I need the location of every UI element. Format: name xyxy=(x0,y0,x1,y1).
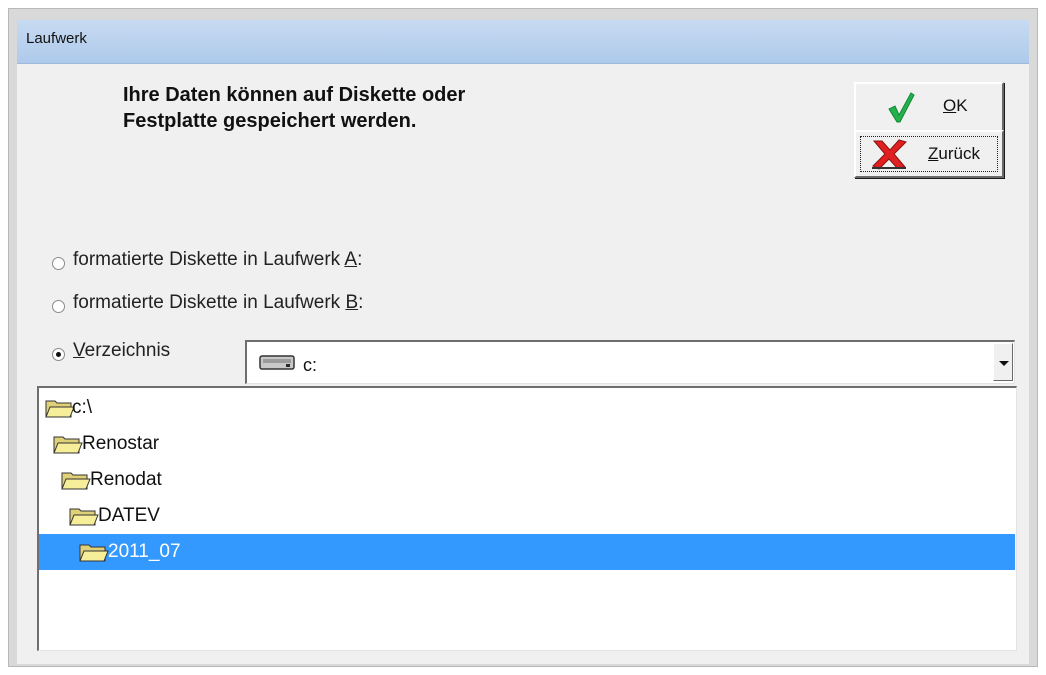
radio-drive-b[interactable] xyxy=(52,300,65,313)
tree-item-label: Renostar xyxy=(82,433,160,454)
radio-directory-label[interactable]: Verzeichnis xyxy=(73,340,170,362)
tree-item-selected[interactable]: 2011_07 xyxy=(39,534,1015,570)
hard-drive-icon xyxy=(259,354,297,377)
title-bar[interactable]: Laufwerk xyxy=(17,20,1029,64)
tree-item[interactable]: c:\ xyxy=(39,390,1015,426)
drive-dialog: Laufwerk Ihre Daten können auf Diskette … xyxy=(17,20,1029,664)
open-folder-icon xyxy=(45,397,75,424)
radio-drive-a[interactable] xyxy=(52,257,65,270)
open-folder-icon xyxy=(53,433,83,460)
tree-item-label: Renodat xyxy=(90,469,162,490)
open-folder-icon xyxy=(69,505,99,532)
back-button[interactable]: Zurück xyxy=(854,130,1004,178)
checkmark-icon xyxy=(886,90,916,129)
tree-item-label: DATEV xyxy=(98,505,160,526)
open-folder-icon xyxy=(61,469,91,496)
radio-directory[interactable] xyxy=(52,348,65,361)
tree-item-label: 2011_07 xyxy=(108,541,181,562)
window-title: Laufwerk xyxy=(26,30,87,47)
tree-item[interactable]: Renostar xyxy=(39,426,1015,462)
folder-tree[interactable]: c:\ Renostar Renodat DATEV 2011_07 xyxy=(37,386,1017,651)
ok-button-label: OK xyxy=(943,96,968,115)
drive-select-value: c: xyxy=(303,355,318,375)
radio-drive-a-label[interactable]: formatierte Diskette in Laufwerk A: xyxy=(73,249,362,271)
tree-item[interactable]: DATEV xyxy=(39,498,1015,534)
drive-select[interactable]: c: xyxy=(245,340,1015,384)
tree-item[interactable]: Renodat xyxy=(39,462,1015,498)
chevron-down-icon xyxy=(999,361,1009,366)
radio-drive-b-label[interactable]: formatierte Diskette in Laufwerk B: xyxy=(73,292,363,314)
ok-button[interactable]: OK xyxy=(854,82,1004,132)
tree-item-label: c:\ xyxy=(72,397,93,418)
back-button-label: Zurück xyxy=(928,144,980,163)
open-folder-icon xyxy=(79,541,109,568)
dropdown-button[interactable] xyxy=(993,343,1013,381)
info-message: Ihre Daten können auf Diskette oder Fest… xyxy=(123,84,466,132)
red-x-icon xyxy=(870,138,910,175)
radio-selected-dot xyxy=(56,352,61,357)
